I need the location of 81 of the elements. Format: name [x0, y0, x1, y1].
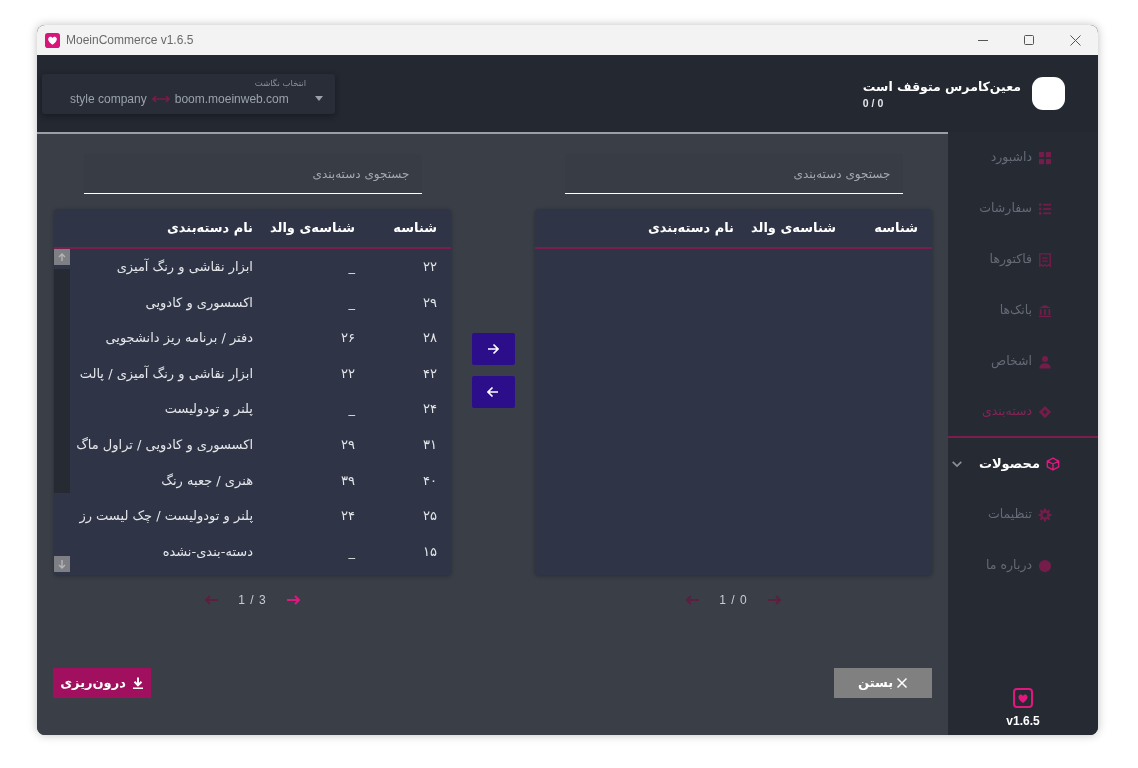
- receipt-icon: [1038, 252, 1052, 267]
- column-header: شناسه: [393, 219, 437, 238]
- table-cell-text: ۲۲: [341, 364, 355, 383]
- column-header: شناسه‌ی والد: [270, 219, 355, 238]
- heart-logo-icon: [1013, 688, 1033, 708]
- scroll-up-button[interactable]: [54, 249, 70, 265]
- table-cell-text: ۲۵: [423, 507, 437, 526]
- table-cell-text: ۲۶: [341, 329, 355, 348]
- circle-icon: [1038, 558, 1052, 573]
- table-cell-text: ابزار نقاشی و رنگ آمیزی / پالت: [79, 364, 253, 384]
- move-left-button[interactable]: [471, 376, 515, 408]
- table-cell-text: ۱۵: [423, 542, 437, 561]
- person-icon: [1038, 354, 1052, 369]
- table-cell-text: پلنر و تودولیست / چک لیست رز: [79, 507, 253, 526]
- caret-icon: [315, 96, 323, 101]
- diamond-icon: [1038, 404, 1052, 419]
- heart-logo-icon: [45, 32, 60, 48]
- page-indicator: 1 / 0: [719, 592, 748, 609]
- gear-icon: [1038, 507, 1052, 522]
- minimize-icon: [978, 39, 988, 41]
- sidebar-item[interactable]: تنظیمات: [987, 505, 1052, 524]
- arrow-right-icon: [487, 343, 499, 355]
- table-cell: ابزار نقاشی و رنگ آمیزی: [116, 257, 253, 277]
- cube-icon: [1046, 456, 1060, 471]
- window-title: MoeinCommerce v1.6.5: [66, 32, 194, 49]
- version-label: v1.6.5: [1006, 714, 1040, 728]
- table-cell-text: پلنر و تودولیست: [164, 400, 253, 419]
- source-text: style company: [70, 90, 147, 108]
- table-cell-text: ۲۸: [423, 329, 437, 348]
- table-cell-text: _: [348, 293, 355, 312]
- list-icon: [1038, 201, 1052, 216]
- sidebar-item[interactable]: سفارشات: [979, 199, 1052, 218]
- table-cell-text: ۴۰: [423, 471, 437, 490]
- status-counter: 0 / 0: [862, 95, 884, 110]
- column-header: شناسه: [874, 219, 918, 238]
- table-cell-text: _: [348, 400, 355, 419]
- arrow-right-icon[interactable]: [286, 595, 301, 605]
- table-cell-text: ۲۴: [423, 400, 437, 419]
- maximize-icon: [1024, 35, 1034, 45]
- close-dialog-button[interactable]: بستن: [834, 668, 932, 698]
- arrow-left-icon: [487, 386, 499, 398]
- sidebar-item[interactable]: بانک‌ها: [999, 301, 1052, 320]
- table-cell-text: اکسسوری و کادویی / تراول ماگ: [76, 436, 253, 455]
- status-title: معین‌کامرس متوقف است: [862, 77, 1021, 96]
- table-cell-text: ۳۱: [423, 436, 437, 454]
- table-cell-text: هنری / جعبه رنگ: [161, 471, 253, 491]
- bank-icon: [1038, 303, 1052, 318]
- sidebar-item[interactable]: محصولات: [950, 453, 1060, 474]
- grid-icon: [1038, 150, 1052, 165]
- table-cell-text: ۲۲: [423, 258, 437, 277]
- table-cell-text: دسته-بندی-نشده: [162, 542, 253, 561]
- target-text: boom.moeinweb.com: [174, 90, 289, 108]
- download-icon: [131, 677, 144, 689]
- column-header: شناسه‌ی والد: [751, 219, 836, 238]
- page-indicator: 1 / 3: [238, 592, 267, 609]
- table-cell-text: اکسسوری و کادویی: [145, 293, 253, 313]
- table-cell-text: ۲۹: [341, 436, 355, 454]
- sidebar-item[interactable]: درباره ما: [986, 556, 1052, 575]
- table-cell-text: ۲۹: [423, 293, 437, 312]
- import-button[interactable]: درون‌ریزی: [53, 668, 151, 698]
- close-icon: [1069, 34, 1081, 46]
- arrow-up-icon: [58, 252, 66, 262]
- double-arrow-icon: [151, 94, 170, 103]
- sidebar-item[interactable]: فاکتورها: [989, 250, 1052, 269]
- table-cell-text: دفتر / برنامه ریز دانشجویی: [105, 329, 253, 348]
- close-icon: [896, 677, 909, 689]
- scroll-down-button[interactable]: [54, 556, 70, 572]
- column-header: نام دسته‌بندی: [166, 219, 253, 238]
- column-header: نام دسته‌بندی: [647, 219, 734, 238]
- sidebar-item[interactable]: دسته‌بندی: [981, 402, 1052, 421]
- avatar-tile: [1032, 77, 1065, 110]
- table-cell-text: _: [348, 258, 355, 277]
- dropdown-label: انتخاب نگاشت: [254, 77, 306, 89]
- table-cell-text: ۴۲: [423, 364, 437, 383]
- sidebar-item[interactable]: اشخاص: [991, 352, 1052, 371]
- table-cell-text: ۲۴: [341, 507, 355, 526]
- table-cell-text: _: [348, 542, 355, 561]
- sidebar-item[interactable]: داشبورد: [990, 148, 1052, 167]
- arrow-down-icon: [58, 559, 66, 569]
- table-cell-text: ۳۹: [341, 471, 355, 490]
- move-right-button[interactable]: [471, 333, 515, 365]
